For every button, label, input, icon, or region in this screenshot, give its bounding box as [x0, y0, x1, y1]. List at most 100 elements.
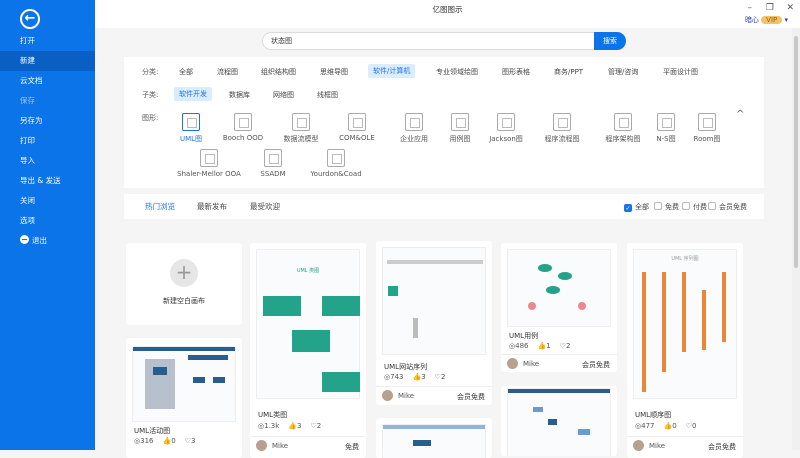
category-professional[interactable]: 专业领域绘图	[431, 65, 483, 79]
sidebar-item-open[interactable]: 打开	[0, 31, 95, 51]
sub-wireframe[interactable]: 线框图	[312, 88, 343, 102]
vertical-scrollbar[interactable]	[792, 28, 800, 450]
views-count: 1.3k	[264, 422, 280, 430]
shape-label-text: 数据流模型	[283, 135, 319, 143]
sub-database[interactable]: 数据库	[224, 88, 255, 102]
collapse-chevron-icon[interactable]: ^	[736, 109, 744, 120]
template-card[interactable]	[501, 386, 617, 456]
tab-popular[interactable]: 最受欢迎	[250, 201, 280, 212]
price-badge: 免费	[345, 443, 359, 451]
search-button[interactable]: 搜索	[594, 32, 626, 50]
close-button[interactable]: ✕	[786, 3, 794, 13]
enterprise-icon	[405, 113, 423, 131]
shape-room[interactable]: Room图	[677, 113, 737, 144]
likes-icon: 👍0	[162, 437, 176, 445]
author-name[interactable]: Mike	[272, 442, 288, 450]
avatar	[382, 390, 393, 401]
shape-label-text: Shaler-Mellor OOA	[177, 170, 241, 178]
category-mindmap[interactable]: 思维导图	[315, 65, 353, 79]
filter-paid-checkbox[interactable]: 付费	[682, 202, 707, 212]
sidebar-item-close[interactable]: 关闭	[0, 191, 95, 211]
card-footer: Mike 会员免费	[627, 436, 743, 454]
shape-label-text: SSADM	[260, 170, 286, 178]
tab-latest[interactable]: 最新发布	[197, 201, 227, 212]
dataflow-icon	[292, 113, 310, 131]
card-title: UML顺序图	[635, 411, 672, 419]
sub-network[interactable]: 网络图	[268, 88, 299, 102]
card-stats: ◎477 👍0 ♡0	[635, 422, 705, 430]
back-arrow-icon[interactable]: ←	[20, 9, 40, 29]
sidebar-item-exit[interactable]: 退出	[0, 231, 95, 251]
shape-booch[interactable]: Booch OOD	[213, 113, 273, 142]
shape-label-text: N-S图	[656, 135, 676, 143]
category-business[interactable]: 商务/PPT	[549, 65, 588, 79]
template-card[interactable]	[376, 418, 492, 458]
shape-program-flow[interactable]: 程序流程图	[532, 113, 592, 144]
template-thumbnail	[382, 247, 486, 355]
author-name[interactable]: Mike	[398, 392, 414, 400]
sidebar-item-import[interactable]: 导入	[0, 151, 95, 171]
sub-software-dev[interactable]: 软件开发	[174, 87, 212, 101]
category-all[interactable]: 全部	[174, 65, 198, 79]
shape-label-text: Room图	[693, 135, 721, 143]
tab-hot[interactable]: 热门浏览	[145, 201, 175, 212]
filter-member-free-checkbox[interactable]: 会员免费	[708, 202, 747, 212]
sort-tabs: 热门浏览 最新发布 最受欢迎 ✓ 全部 免费 付费 会员免费	[124, 194, 764, 219]
template-thumbnail: UML 序列图	[633, 249, 737, 399]
sidebar-item-options[interactable]: 选项	[0, 211, 95, 231]
likes-icon: 👍0	[663, 422, 677, 430]
shape-yourdon[interactable]: Yourdon&Coad	[301, 149, 371, 178]
shape-ssadm[interactable]: SSADM	[243, 149, 303, 178]
views-icon: ◎1.3k	[258, 422, 280, 430]
likes-icon: 👍3	[412, 373, 426, 381]
window-title: 亿图图示	[432, 5, 463, 14]
new-blank-canvas-card[interactable]: + 新建空白画布	[126, 243, 242, 325]
thumb-title: UML 序列图	[671, 256, 699, 262]
category-org[interactable]: 组织结构图	[256, 65, 301, 79]
price-badge: 会员免费	[457, 393, 485, 401]
user-menu[interactable]: 暗心 VIP ▾	[745, 15, 788, 25]
card-footer: Mike 免费	[250, 436, 366, 454]
category-management[interactable]: 管理/咨询	[603, 65, 643, 79]
template-card[interactable]: UML用例 ◎486 👍1 ♡2 Mike 会员免费	[501, 243, 617, 372]
favs-icon: ♡0	[685, 422, 697, 430]
scrollbar-thumb[interactable]	[794, 36, 798, 268]
sidebar-item-save[interactable]: 保存	[0, 91, 95, 111]
search-input[interactable]: 状态图	[262, 32, 595, 50]
shape-label-text: COM&OLE	[339, 134, 375, 142]
favs-count: 0	[691, 422, 697, 430]
jackson-icon	[497, 113, 515, 131]
category-software[interactable]: 软件/计算机	[368, 64, 416, 78]
title-bar: 亿图图示 – ❐ ✕ 暗心 VIP ▾	[95, 0, 800, 28]
sidebar-item-new[interactable]: 新建	[0, 51, 95, 71]
card-stats: ◎486 👍1 ♡2	[509, 342, 579, 350]
shape-jackson[interactable]: Jackson图	[476, 113, 536, 144]
template-card[interactable]: UML 序列图 UML顺序图 ◎477 👍0 ♡0 Mike 会员免费	[627, 243, 743, 458]
category-graphic[interactable]: 平面设计图	[658, 65, 703, 79]
views-count: 743	[390, 373, 404, 381]
sidebar-item-save-as[interactable]: 另存为	[0, 111, 95, 131]
category-flowchart[interactable]: 流程图	[212, 65, 243, 79]
avatar	[633, 440, 644, 451]
template-thumbnail	[132, 346, 236, 422]
category-tables[interactable]: 图形表格	[497, 65, 535, 79]
sidebar-item-print[interactable]: 打印	[0, 131, 95, 151]
template-card[interactable]: UML活动图 ◎316 👍0 ♡3	[126, 338, 242, 458]
vip-badge: VIP	[761, 16, 783, 24]
filter-free-checkbox[interactable]: 免费	[654, 202, 679, 212]
filter-all-checkbox[interactable]: ✓ 全部	[624, 202, 649, 212]
restore-button[interactable]: ❐	[766, 3, 774, 13]
sub-label: 子类:	[142, 91, 159, 99]
sidebar-item-cloud[interactable]: 云文档	[0, 71, 95, 91]
author-name[interactable]: Mike	[649, 442, 665, 450]
shape-uml[interactable]: UML图	[161, 113, 221, 144]
template-card[interactable]: UML网站序列 ◎743 👍3 ♡2 Mike 会员免费	[376, 241, 492, 405]
filter-panel: 分类: 全部 流程图 组织结构图 思维导图 软件/计算机 专业领域绘图 图形表格…	[124, 57, 764, 188]
minimize-button[interactable]: –	[748, 3, 753, 13]
sidebar-item-export[interactable]: 导出 & 发送	[0, 171, 95, 191]
shape-shaler-mellor[interactable]: Shaler-Mellor OOA	[174, 149, 244, 178]
shape-com-ole[interactable]: COM&OLE	[327, 113, 387, 142]
shape-dataflow[interactable]: 数据流模型	[271, 113, 331, 144]
author-name[interactable]: Mike	[523, 360, 539, 368]
template-card[interactable]: UML 类图 UML类图 ◎1.3k 👍3 ♡2 Mike 免费	[250, 243, 366, 458]
